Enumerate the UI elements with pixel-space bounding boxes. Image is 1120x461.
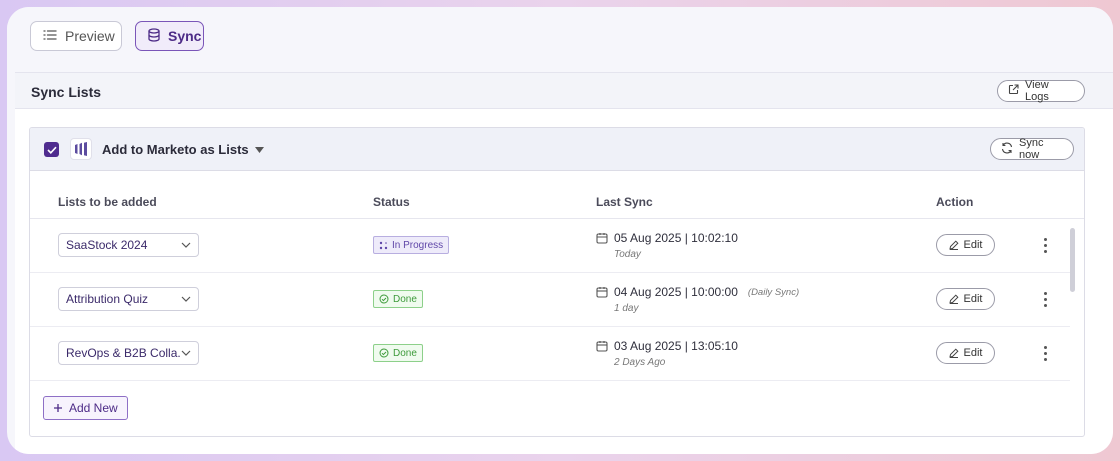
- status-badge: Done: [373, 344, 423, 362]
- sync-frequency-note: (Daily Sync): [747, 286, 800, 298]
- status-text: Done: [393, 347, 417, 359]
- edit-button[interactable]: Edit: [936, 288, 995, 310]
- checkmark-icon: [46, 146, 57, 154]
- sync-now-label: Sync now: [1019, 137, 1044, 161]
- status-badge: Done: [373, 290, 423, 308]
- top-toolbar: Preview Sync: [7, 7, 1113, 72]
- tab-preview[interactable]: Preview: [30, 21, 122, 51]
- add-new-label: Add New: [69, 401, 118, 415]
- table-row: SaaStock 2024 In Progress 05 Aug 2025 | …: [30, 219, 1070, 273]
- check-circle-icon: [379, 348, 389, 358]
- destination-checkbox[interactable]: [44, 142, 59, 157]
- add-new-button[interactable]: Add New: [43, 396, 128, 420]
- panel-title: Sync Lists: [31, 84, 102, 100]
- edit-label: Edit: [963, 293, 983, 305]
- table-row: RevOps & B2B Colla... Done 03 Aug 2025 |…: [30, 327, 1070, 381]
- chevron-down-icon: [181, 242, 191, 248]
- sync-lists-panel: Sync Lists View Logs Add to Marketo as L…: [15, 72, 1113, 454]
- tab-sync[interactable]: Sync: [135, 21, 204, 51]
- header-status: Status: [373, 195, 410, 209]
- last-sync-cell: 05 Aug 2025 | 10:02:10 Today: [596, 231, 738, 260]
- pencil-icon: [948, 240, 959, 250]
- destination-dropdown[interactable]: Add to Marketo as Lists: [102, 142, 264, 157]
- last-sync-datetime: 05 Aug 2025 | 10:02:10: [614, 231, 738, 245]
- marketo-logo: [70, 138, 92, 160]
- chevron-down-icon: [181, 296, 191, 302]
- last-sync-relative: 1 day: [614, 303, 639, 314]
- edit-button[interactable]: Edit: [936, 234, 995, 256]
- last-sync-cell: 03 Aug 2025 | 13:05:10 2 Days Ago: [596, 339, 738, 368]
- edit-label: Edit: [963, 347, 983, 359]
- list-select-value: SaaStock 2024: [66, 238, 148, 252]
- status-badge: In Progress: [373, 236, 450, 254]
- header-last-sync: Last Sync: [596, 195, 653, 209]
- destination-label: Add to Marketo as Lists: [102, 142, 249, 157]
- app-window: Preview Sync Sync Lists View Logs Add to…: [7, 7, 1113, 454]
- destination-card: Add to Marketo as Lists Sync now Lists t…: [29, 127, 1085, 437]
- view-logs-label: View Logs: [1025, 79, 1049, 103]
- tab-preview-label: Preview: [65, 28, 115, 44]
- pencil-icon: [948, 348, 959, 358]
- last-sync-relative: Today: [614, 249, 641, 260]
- edit-button[interactable]: Edit: [936, 342, 995, 364]
- more-options-icon[interactable]: [1040, 342, 1050, 364]
- header-action: Action: [936, 195, 974, 209]
- calendar-icon: [596, 341, 608, 352]
- list-icon: [43, 28, 57, 44]
- view-logs-button[interactable]: View Logs: [997, 79, 1085, 103]
- sync-now-button[interactable]: Sync now: [990, 137, 1074, 161]
- list-select-value: RevOps & B2B Colla...: [66, 346, 181, 360]
- check-circle-icon: [379, 294, 389, 304]
- tab-sync-label: Sync: [168, 28, 202, 44]
- plus-icon: [54, 404, 62, 412]
- status-text: Done: [393, 293, 417, 305]
- destination-header: Add to Marketo as Lists Sync now: [30, 128, 1084, 171]
- calendar-icon: [596, 233, 608, 244]
- more-options-icon[interactable]: [1040, 288, 1050, 310]
- status-text: In Progress: [392, 239, 444, 251]
- external-link-icon: [1008, 84, 1019, 98]
- list-select[interactable]: SaaStock 2024: [58, 233, 199, 257]
- edit-label: Edit: [963, 239, 983, 251]
- list-select[interactable]: Attribution Quiz: [58, 287, 199, 311]
- panel-header: Sync Lists View Logs: [15, 73, 1113, 109]
- caret-down-icon: [254, 146, 264, 153]
- list-select[interactable]: RevOps & B2B Colla...: [58, 341, 199, 365]
- more-options-icon[interactable]: [1040, 234, 1050, 256]
- table-scrollbar[interactable]: [1070, 228, 1075, 292]
- table-row: Attribution Quiz Done 04 Aug 2025 | 10:0…: [30, 273, 1070, 327]
- last-sync-datetime: 03 Aug 2025 | 13:05:10: [614, 339, 738, 353]
- header-lists: Lists to be added: [58, 195, 157, 209]
- database-icon: [148, 27, 160, 45]
- pencil-icon: [948, 294, 959, 304]
- last-sync-cell: 04 Aug 2025 | 10:00:00 (Daily Sync) 1 da…: [596, 285, 799, 314]
- last-sync-datetime: 04 Aug 2025 | 10:00:00: [614, 285, 738, 299]
- progress-icon: [379, 241, 388, 249]
- refresh-icon: [1001, 142, 1013, 157]
- last-sync-relative: 2 Days Ago: [614, 357, 666, 368]
- list-select-value: Attribution Quiz: [66, 292, 149, 306]
- calendar-icon: [596, 287, 608, 298]
- chevron-down-icon: [181, 350, 191, 356]
